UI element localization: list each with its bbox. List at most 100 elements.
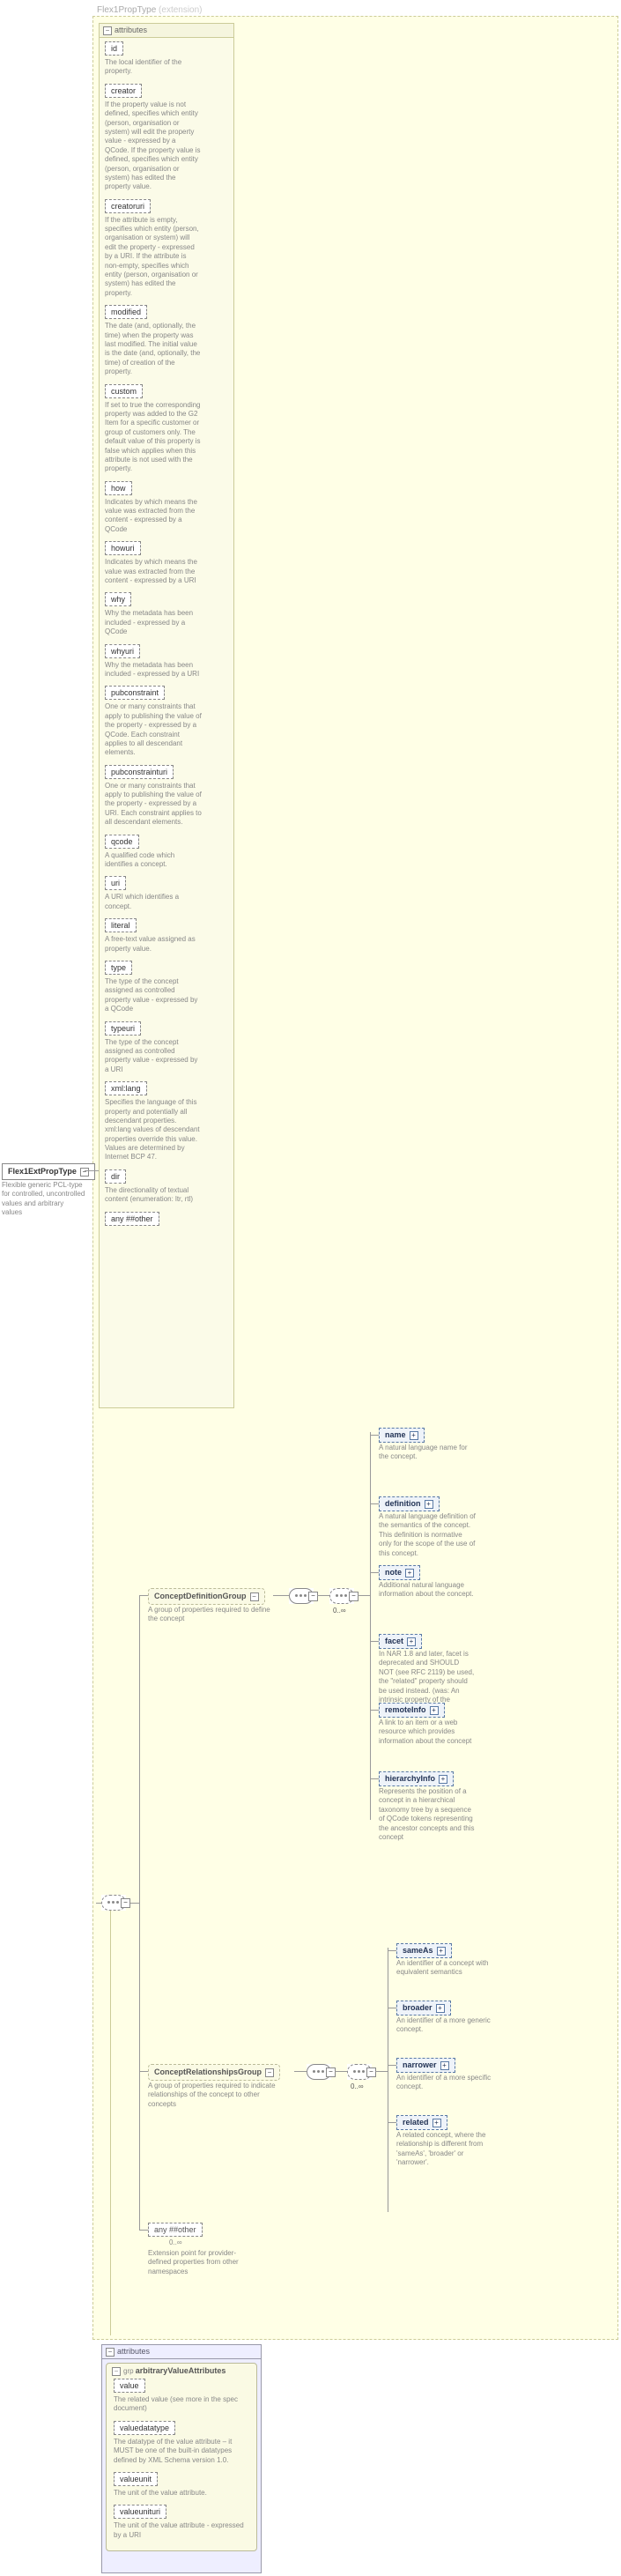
root-expand-icon[interactable]: − bbox=[80, 1168, 89, 1177]
plus-icon[interactable]: + bbox=[439, 1775, 447, 1784]
attribute-name[interactable]: id bbox=[105, 41, 123, 56]
connector bbox=[375, 2071, 388, 2072]
plus-icon[interactable]: + bbox=[405, 1569, 414, 1578]
attribute-item: customIf set to true the corresponding p… bbox=[105, 384, 228, 474]
plus-icon[interactable]: + bbox=[410, 1431, 418, 1440]
concept-relationships-group[interactable]: ConceptRelationshipsGroup− bbox=[148, 2064, 280, 2081]
element-note[interactable]: note+ bbox=[379, 1565, 420, 1580]
extension-keyword: (extension) bbox=[159, 5, 202, 15]
connector bbox=[370, 1710, 379, 1711]
plus-icon[interactable]: + bbox=[440, 2061, 449, 2070]
attribute-name[interactable]: qcode bbox=[105, 835, 139, 849]
attribute-item: howuriIndicates by which means the value… bbox=[105, 541, 228, 585]
element-broader[interactable]: broader+ bbox=[396, 2001, 451, 2016]
attribute-name[interactable]: how bbox=[105, 481, 132, 495]
attribute-desc: Indicates by which means the value was e… bbox=[105, 498, 202, 535]
plus-icon[interactable]: + bbox=[425, 1500, 433, 1509]
expand-icon[interactable]: − bbox=[265, 2068, 274, 2077]
attribute-item: why Why the metadata has been included - … bbox=[105, 592, 228, 636]
expand-icon[interactable]: − bbox=[349, 1592, 359, 1601]
attribute-desc: The related value (see more in the spec … bbox=[114, 2395, 246, 2414]
element-related[interactable]: related+ bbox=[396, 2115, 447, 2130]
element-name[interactable]: name+ bbox=[379, 1428, 425, 1443]
attribute-desc: A URI which identifies a concept. bbox=[105, 893, 202, 911]
cardinality: 0..∞ bbox=[351, 2082, 364, 2090]
connector bbox=[370, 1641, 379, 1642]
element-desc: An identifier of a concept with equivale… bbox=[396, 1959, 493, 1978]
concept-relationships-desc: A group of properties required to indica… bbox=[148, 2082, 280, 2109]
attribute-name[interactable]: pubconstrainturi bbox=[105, 765, 174, 779]
attribute-item: valuedatatype The datatype of the value a… bbox=[114, 2421, 249, 2465]
attribute-desc: Why the metadata has been included - exp… bbox=[105, 661, 202, 679]
attribute-desc: The directionality of textual content (e… bbox=[105, 1186, 202, 1205]
attribute-item: creatorIf the property value is not defi… bbox=[105, 84, 228, 192]
root-type-desc: Flexible generic PCL-type for controlled… bbox=[2, 1181, 85, 1218]
root-type-box[interactable]: Flex1ExtPropType− bbox=[2, 1163, 95, 1180]
attribute-name[interactable]: creatoruri bbox=[105, 199, 151, 213]
attribute-desc: Why the metadata has been included - exp… bbox=[105, 609, 202, 636]
attribute-name[interactable]: valueunituri bbox=[114, 2505, 166, 2519]
element-desc: An identifier of a more specific concept… bbox=[396, 2074, 493, 2092]
attribute-name[interactable]: modified bbox=[105, 305, 147, 319]
sequence-connector: − bbox=[289, 1588, 314, 1604]
expand-icon[interactable]: − bbox=[308, 1592, 318, 1601]
top-attributes-panel: −attributes id The local identifier of th… bbox=[99, 23, 234, 1408]
minus-icon[interactable]: − bbox=[112, 2367, 121, 2376]
minus-icon[interactable]: − bbox=[106, 2348, 115, 2357]
element-narrower[interactable]: narrower+ bbox=[396, 2058, 455, 2073]
plus-icon[interactable]: + bbox=[436, 2004, 445, 2013]
connector bbox=[139, 2230, 148, 2231]
attribute-name[interactable]: typeuri bbox=[105, 1021, 141, 1036]
element-remoteInfo[interactable]: remoteInfo+ bbox=[379, 1703, 445, 1718]
attribute-desc: The local identifier of the property. bbox=[105, 58, 202, 77]
bottom-attributes-header[interactable]: −attributes bbox=[102, 2345, 261, 2359]
element-definition[interactable]: definition+ bbox=[379, 1496, 440, 1511]
connector bbox=[294, 2071, 307, 2072]
plus-icon[interactable]: + bbox=[432, 2119, 441, 2127]
attribute-name[interactable]: whyuri bbox=[105, 644, 140, 658]
attribute-name[interactable]: howuri bbox=[105, 541, 141, 555]
top-attributes-header[interactable]: −attributes bbox=[100, 24, 233, 38]
attribute-name[interactable]: value bbox=[114, 2379, 145, 2393]
attribute-name[interactable]: literal bbox=[105, 918, 137, 932]
attribute-name[interactable]: valueunit bbox=[114, 2472, 158, 2486]
attribute-name[interactable]: type bbox=[105, 961, 132, 975]
attribute-name[interactable]: dir bbox=[105, 1169, 126, 1184]
top-attributes-list: id The local identifier of the property. c… bbox=[100, 38, 233, 1229]
attribute-desc: Specifies the language of this property … bbox=[105, 1098, 202, 1162]
attribute-item: literalA free-text value assigned as pro… bbox=[105, 918, 228, 954]
minus-icon[interactable]: − bbox=[103, 26, 112, 35]
element-desc: Represents the position of a concept in … bbox=[379, 1787, 476, 1842]
root-type-name: Flex1ExtPropType bbox=[8, 1167, 77, 1176]
attribute-name[interactable]: why bbox=[105, 592, 131, 606]
connector bbox=[370, 1503, 379, 1504]
attribute-desc: If the attribute is empty, specifies whi… bbox=[105, 216, 202, 299]
plus-icon[interactable]: + bbox=[407, 1637, 416, 1646]
connector bbox=[130, 1903, 139, 1904]
attribute-name[interactable]: creator bbox=[105, 84, 142, 98]
attribute-item: id The local identifier of the property. bbox=[105, 41, 228, 77]
attribute-desc: The unit of the value attribute - expres… bbox=[114, 2521, 246, 2540]
attribute-item: valueunituri The unit of the value attrib… bbox=[114, 2505, 249, 2540]
attribute-desc: The datatype of the value attribute – it… bbox=[114, 2438, 246, 2465]
expand-icon[interactable]: − bbox=[326, 2067, 336, 2077]
attribute-item: qcodeA qualified code which identifies a… bbox=[105, 835, 228, 870]
element-facet[interactable]: facet+ bbox=[379, 1634, 422, 1649]
concept-definition-group[interactable]: ConceptDefinitionGroup− bbox=[148, 1588, 265, 1605]
plus-icon[interactable]: + bbox=[437, 1947, 446, 1956]
concept-definition-desc: A group of properties required to define… bbox=[148, 1606, 271, 1624]
attribute-name[interactable]: pubconstraint bbox=[105, 686, 165, 700]
plus-icon[interactable]: + bbox=[430, 1706, 439, 1715]
expand-icon[interactable]: − bbox=[366, 2067, 376, 2077]
connector bbox=[110, 1904, 111, 2335]
expand-icon[interactable]: − bbox=[121, 1898, 130, 1908]
element-sameAs[interactable]: sameAs+ bbox=[396, 1943, 452, 1958]
element-hierarchyInfo[interactable]: hierarchyInfo+ bbox=[379, 1771, 454, 1786]
connector bbox=[388, 1950, 396, 1951]
any-other-desc: Extension point for provider-defined pro… bbox=[148, 2249, 254, 2276]
attribute-name[interactable]: xml:lang bbox=[105, 1081, 147, 1095]
attribute-name[interactable]: uri bbox=[105, 876, 126, 890]
attribute-name[interactable]: custom bbox=[105, 384, 143, 398]
expand-icon[interactable]: − bbox=[250, 1592, 259, 1601]
attribute-name[interactable]: valuedatatype bbox=[114, 2421, 175, 2435]
